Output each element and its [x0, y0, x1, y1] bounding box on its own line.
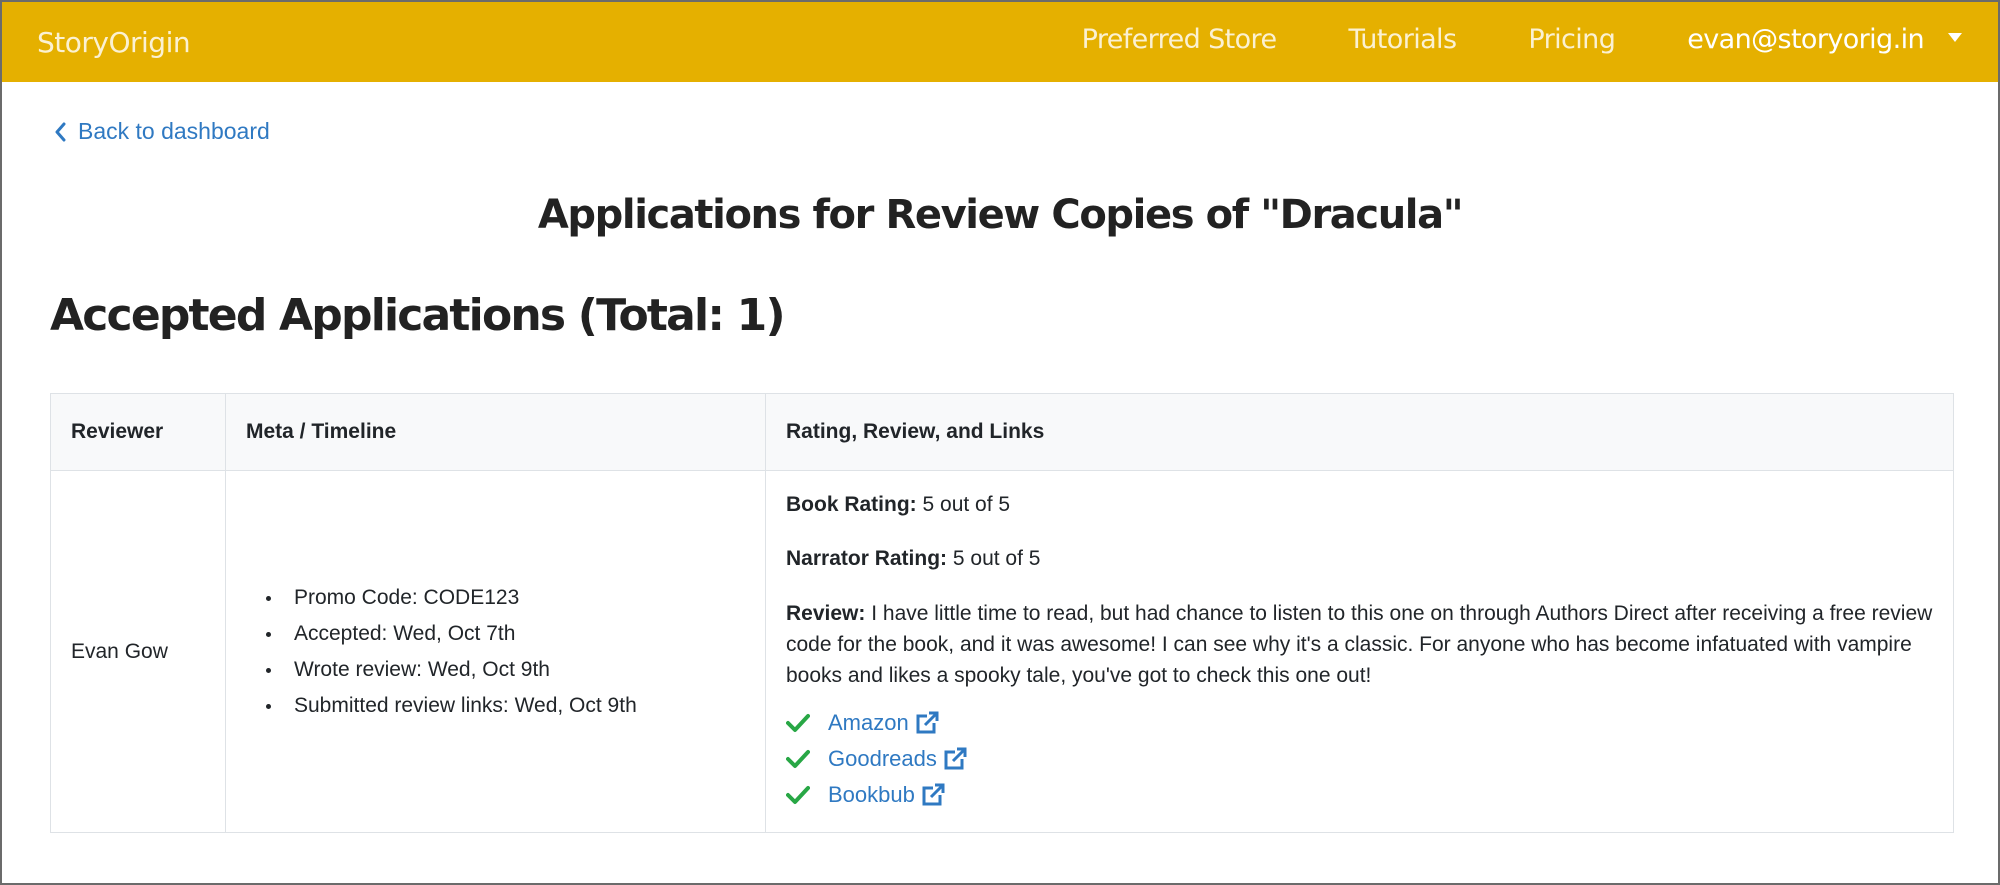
- chevron-left-icon: [55, 122, 66, 141]
- section-title: Accepted Applications (Total: 1): [50, 290, 786, 341]
- nav-pricing[interactable]: Pricing: [1528, 24, 1615, 55]
- narrator-rating: Narrator Rating: 5 out of 5: [786, 544, 1933, 574]
- narrator-rating-value: 5 out of 5: [952, 547, 1041, 570]
- user-email: evan@storyorig.in: [1687, 24, 1924, 55]
- page-title: Applications for Review Copies of "Dracu…: [537, 192, 1464, 238]
- caret-down-icon: [1948, 33, 1962, 42]
- reviewer-name: Evan Gow: [50, 470, 226, 833]
- table-row: Evan Gow Promo Code: CODE123 Accepted: W…: [50, 470, 1954, 833]
- external-link-icon: [921, 783, 947, 807]
- back-link-label: Back to dashboard: [78, 118, 270, 144]
- review-links: Amazon Goodreads Bookbub: [786, 705, 1933, 813]
- header-reviewer: Reviewer: [50, 393, 226, 471]
- book-rating-label: Book Rating:: [786, 493, 917, 516]
- check-icon: [786, 749, 812, 769]
- applications-table: Reviewer Meta / Timeline Rating, Review,…: [50, 393, 1954, 833]
- review: Review: I have little time to read, but …: [786, 598, 1933, 691]
- meta-submitted-links: Submitted review links: Wed, Oct 9th: [246, 688, 745, 724]
- goodreads-link[interactable]: Goodreads: [828, 746, 969, 772]
- review-link-item: Bookbub: [786, 777, 1933, 813]
- narrator-rating-label: Narrator Rating:: [786, 547, 948, 570]
- meta-promo-code: Promo Code: CODE123: [246, 580, 745, 616]
- amazon-link-label: Amazon: [828, 710, 909, 735]
- review-label: Review:: [786, 602, 866, 625]
- table-header-row: Reviewer Meta / Timeline Rating, Review,…: [50, 393, 1954, 471]
- review-link-item: Goodreads: [786, 741, 1933, 777]
- header-meta-timeline: Meta / Timeline: [225, 393, 766, 471]
- book-rating: Book Rating: 5 out of 5: [786, 490, 1933, 520]
- meta-accepted: Accepted: Wed, Oct 7th: [246, 616, 745, 652]
- brand-logo[interactable]: StoryOrigin: [37, 26, 191, 59]
- book-rating-value: 5 out of 5: [922, 493, 1011, 516]
- external-link-icon: [915, 711, 941, 735]
- top-navbar: StoryOrigin Preferred Store Tutorials Pr…: [2, 2, 1998, 82]
- nav-preferred-store[interactable]: Preferred Store: [1082, 24, 1277, 55]
- nav-links: Preferred Store Tutorials Pricing evan@s…: [1010, 24, 1962, 55]
- bookbub-link-label: Bookbub: [828, 782, 915, 807]
- nav-tutorials[interactable]: Tutorials: [1348, 24, 1457, 55]
- review-text: I have little time to read, but had chan…: [786, 602, 1933, 687]
- amazon-link[interactable]: Amazon: [828, 710, 941, 736]
- bookbub-link[interactable]: Bookbub: [828, 782, 947, 808]
- check-icon: [786, 785, 812, 805]
- review-link-item: Amazon: [786, 705, 1933, 741]
- check-icon: [786, 713, 812, 733]
- goodreads-link-label: Goodreads: [828, 746, 937, 771]
- header-rating-review-links: Rating, Review, and Links: [765, 393, 1954, 471]
- meta-cell: Promo Code: CODE123 Accepted: Wed, Oct 7…: [225, 470, 766, 833]
- external-link-icon: [943, 747, 969, 771]
- meta-list: Promo Code: CODE123 Accepted: Wed, Oct 7…: [246, 580, 745, 724]
- meta-wrote-review: Wrote review: Wed, Oct 9th: [246, 652, 745, 688]
- back-to-dashboard-link[interactable]: Back to dashboard: [54, 118, 270, 145]
- rating-review-cell: Book Rating: 5 out of 5 Narrator Rating:…: [765, 470, 1954, 833]
- user-menu-toggle[interactable]: evan@storyorig.in: [1687, 24, 1962, 55]
